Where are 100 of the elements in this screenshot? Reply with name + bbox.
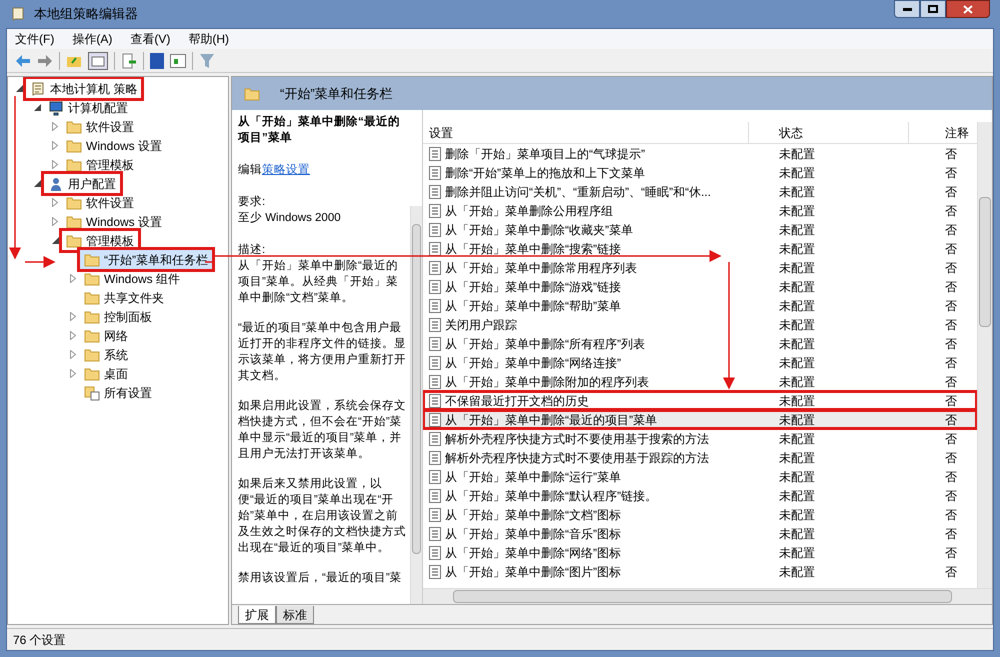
table-row[interactable]: 从「开始」菜单中删除“默认程序”链接。 未配置 否 (423, 486, 977, 505)
comment-cell-text: 否 (944, 298, 958, 314)
scrollbar[interactable] (977, 122, 992, 588)
filter-icon[interactable] (199, 52, 215, 68)
state-cell-text: 未配置 (778, 374, 816, 390)
folder-icon (84, 290, 100, 304)
menu-item[interactable]: 帮助(H) (188, 30, 229, 48)
table-row[interactable]: 解析外壳程序快捷方式时不要使用基于搜索的方法 未配置 否 (423, 429, 977, 448)
table-row[interactable]: 从「开始」菜单中删除“游戏”链接 未配置 否 (423, 277, 977, 296)
table-row[interactable]: 从「开始」菜单中删除“最近的项目”菜单 未配置 否 (423, 410, 977, 429)
table-row[interactable]: 从「开始」菜单中删除常用程序列表 未配置 否 (423, 258, 977, 277)
table-row[interactable]: 删除“开始”菜单上的拖放和上下文菜单 未配置 否 (423, 163, 977, 182)
requirement-text: 至少 Windows 2000 (238, 210, 342, 226)
scrollbar[interactable] (410, 206, 422, 604)
table-row[interactable]: 从「开始」菜单删除公用程序组 未配置 否 (423, 201, 977, 220)
expanded-arrow-icon[interactable] (34, 104, 40, 111)
expanded-arrow-icon[interactable] (52, 237, 58, 244)
tree-item[interactable]: 管理模板 (62, 231, 138, 250)
close-button[interactable] (946, 0, 990, 18)
menu-item[interactable]: 操作(A) (72, 30, 112, 48)
table-row[interactable]: 从「开始」菜单中删除“所有程序”列表 未配置 否 (423, 334, 977, 353)
tree-item[interactable]: 网络 (80, 326, 132, 345)
table-row[interactable]: 从「开始」菜单中删除“运行”菜单 未配置 否 (423, 467, 977, 486)
document-icon (429, 412, 441, 426)
forward-arrow-icon[interactable] (37, 54, 53, 68)
window-icon[interactable] (170, 54, 186, 68)
table-row[interactable]: 从「开始」菜单中删除“网络”图标 未配置 否 (423, 543, 977, 562)
tree-item[interactable]: Windows 设置 (62, 136, 166, 155)
horizontal-scrollbar[interactable] (423, 588, 992, 604)
comment-cell-text: 否 (944, 506, 958, 524)
maximize-button[interactable] (920, 0, 946, 18)
comment-cell-text: 否 (944, 544, 958, 562)
folder-icon (66, 214, 82, 228)
collapsed-arrow-icon[interactable] (70, 331, 76, 340)
tree-item[interactable]: “开始”菜单和任务栏 (80, 250, 212, 269)
tree-item[interactable]: 桌面 (80, 364, 132, 383)
menu-item[interactable]: 查看(V) (130, 30, 170, 48)
back-arrow-icon[interactable] (15, 54, 31, 68)
collapsed-arrow-icon[interactable] (70, 312, 76, 321)
document-icon (429, 336, 441, 350)
column-header[interactable]: 设置 (423, 122, 749, 143)
tree-item[interactable]: Windows 设置 (62, 212, 166, 231)
collapsed-arrow-icon[interactable] (70, 369, 76, 378)
collapsed-arrow-icon[interactable] (70, 350, 76, 359)
table-row[interactable]: 从「开始」菜单中删除“搜索”链接 未配置 否 (423, 239, 977, 258)
tree-item[interactable]: Windows 组件 (80, 269, 184, 288)
expanded-arrow-icon[interactable] (34, 180, 40, 187)
table-row[interactable]: 不保留最近打开文档的历史 未配置 否 (423, 391, 977, 410)
export-list-icon[interactable] (121, 52, 137, 68)
menu-item[interactable]: 文件(F) (15, 30, 54, 48)
tree-item[interactable]: 控制面板 (80, 307, 156, 326)
table-row[interactable]: 解析外壳程序快捷方式时不要使用基于跟踪的方法 未配置 否 (423, 448, 977, 467)
table-row[interactable]: 从「开始」菜单中删除附加的程序列表 未配置 否 (423, 372, 977, 391)
collapsed-arrow-icon[interactable] (52, 141, 58, 150)
column-header[interactable]: 注释 (909, 122, 977, 143)
collapsed-arrow-icon[interactable] (52, 217, 58, 226)
state-cell-text: 未配置 (778, 488, 816, 504)
state-cell-text: 未配置 (778, 184, 816, 200)
tree-item[interactable]: 本地计算机 策略 (26, 79, 142, 98)
document-icon (429, 356, 441, 370)
policy-settings-link[interactable]: 策略设置 (262, 164, 310, 176)
state-cell-text: 未配置 (778, 146, 816, 162)
table-row[interactable]: 删除「开始」菜单项目上的“气球提示” 未配置 否 (423, 144, 977, 163)
folder-icon (66, 138, 82, 152)
close-icon (963, 4, 973, 14)
tree-item[interactable]: 软件设置 (62, 117, 138, 136)
tree-item[interactable]: 软件设置 (62, 193, 138, 212)
collapsed-arrow-icon[interactable] (52, 122, 58, 131)
comment-cell-text: 否 (944, 202, 958, 220)
document-icon (429, 298, 441, 312)
tree-item[interactable]: 共享文件夹 (80, 288, 168, 307)
tree-item[interactable]: 用户配置 (44, 174, 120, 193)
state-cell-text: 未配置 (778, 278, 816, 296)
table-row[interactable]: 从「开始」菜单中删除“收藏夹”菜单 未配置 否 (423, 220, 977, 239)
setting-name: 从「开始」菜单中删除“文档”图标 (445, 506, 621, 524)
collapsed-arrow-icon[interactable] (70, 274, 76, 283)
description-paragraph: 禁用该设置后，“最近的项目”菜 (238, 570, 403, 586)
table-row[interactable]: 从「开始」菜单中删除“网络连接” 未配置 否 (423, 353, 977, 372)
tree-item[interactable]: 管理模板 (62, 155, 138, 174)
tree-item[interactable]: 系统 (80, 345, 132, 364)
collapsed-arrow-icon[interactable] (52, 160, 58, 169)
table-row[interactable]: 从「开始」菜单中删除“图片”图标 未配置 否 (423, 562, 977, 581)
collapsed-arrow-icon[interactable] (52, 198, 58, 207)
view-tab[interactable]: 标准 (276, 606, 314, 624)
tree-item[interactable]: 计算机配置 (44, 98, 132, 117)
setting-name: 解析外壳程序快捷方式时不要使用基于跟踪的方法 (445, 450, 709, 466)
table-row[interactable]: 从「开始」菜单中删除“帮助”菜单 未配置 否 (423, 296, 977, 315)
expanded-arrow-icon[interactable] (16, 85, 22, 92)
table-row[interactable]: 从「开始」菜单中删除“音乐”图标 未配置 否 (423, 524, 977, 543)
comment-cell-text: 否 (944, 222, 958, 238)
table-row[interactable]: 从「开始」菜单中删除“文档”图标 未配置 否 (423, 505, 977, 524)
table-row[interactable]: 删除并阻止访问“关机”、“重新启动”、“睡眠”和“休... 未配置 否 (423, 182, 977, 201)
minimize-button[interactable] (894, 0, 920, 18)
tree-item[interactable]: 所有设置 (80, 383, 156, 402)
panel-toggle-icon[interactable] (88, 52, 108, 70)
state-cell-text: 未配置 (778, 392, 816, 410)
column-header[interactable]: 状态 (749, 122, 909, 143)
table-row[interactable]: 关闭用户跟踪 未配置 否 (423, 315, 977, 334)
comment-cell-text: 否 (944, 164, 958, 182)
view-tab[interactable]: 扩展 (238, 606, 276, 624)
